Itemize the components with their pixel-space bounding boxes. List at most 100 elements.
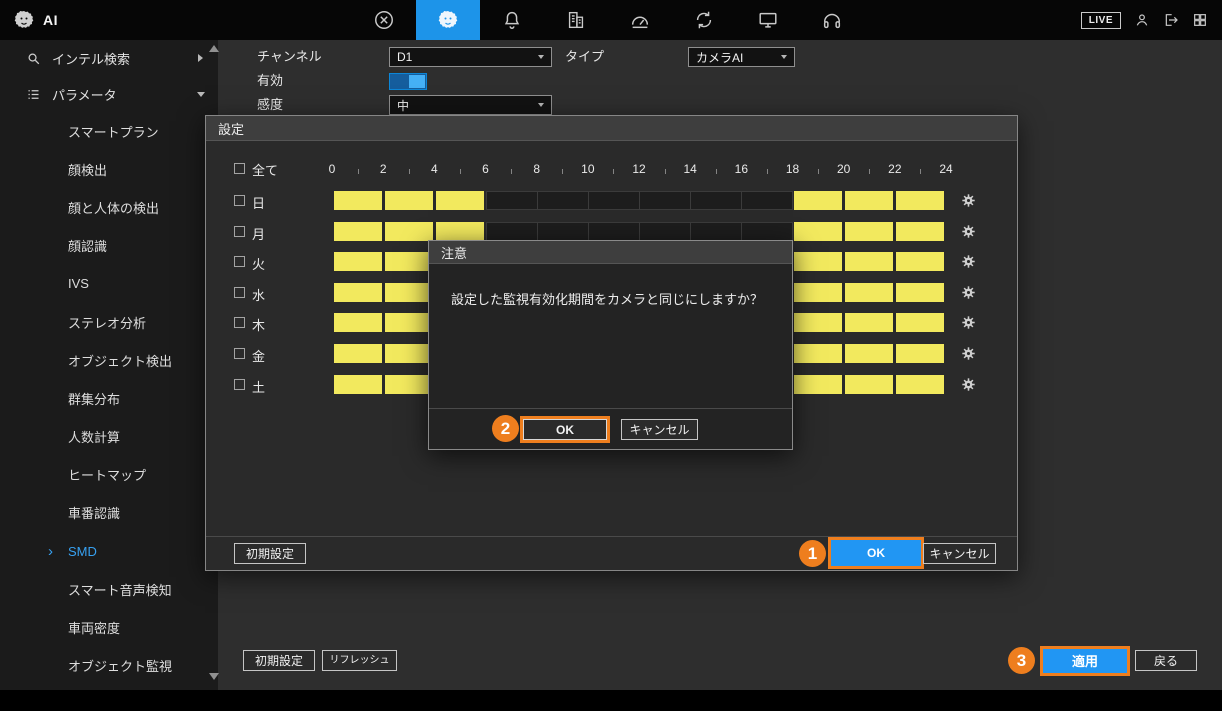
channel-select[interactable]: D1 xyxy=(389,47,552,67)
sidebar-item[interactable]: 車両密度 xyxy=(0,608,218,646)
menu-tab-maintain[interactable] xyxy=(608,0,672,40)
select-all-checkbox[interactable] xyxy=(234,163,245,174)
sidebar-scroll-up-icon[interactable] xyxy=(209,45,219,52)
schedule-cell-inactive[interactable] xyxy=(690,191,742,210)
sidebar-item[interactable]: オブジェクト検出 xyxy=(0,341,218,379)
schedule-cell-active[interactable] xyxy=(334,283,382,302)
schedule-cell-active[interactable] xyxy=(334,191,382,210)
logout-icon[interactable] xyxy=(1163,12,1179,28)
schedule-cell-active[interactable] xyxy=(896,191,944,210)
menu-tab-video[interactable] xyxy=(352,0,416,40)
sidebar-item[interactable]: スマートプラン xyxy=(0,112,218,150)
user-icon[interactable] xyxy=(1134,12,1150,28)
schedule-cell-active[interactable] xyxy=(896,283,944,302)
schedule-cell-active[interactable] xyxy=(385,375,433,394)
menu-tab-audio[interactable] xyxy=(800,0,864,40)
schedule-track[interactable] xyxy=(332,191,947,210)
sidebar-item[interactable]: 顔検出 xyxy=(0,150,218,188)
sidebar-item[interactable]: ›SMD xyxy=(0,532,218,570)
day-checkbox[interactable] xyxy=(234,195,245,206)
back-button[interactable]: 戻る xyxy=(1135,650,1197,671)
schedule-default-button[interactable]: 初期設定 xyxy=(234,543,306,564)
schedule-gear-icon[interactable] xyxy=(962,194,975,207)
schedule-cell-active[interactable] xyxy=(385,252,433,271)
schedule-cell-active[interactable] xyxy=(794,375,842,394)
schedule-cell-active[interactable] xyxy=(794,252,842,271)
schedule-cell-active[interactable] xyxy=(385,222,433,241)
schedule-cell-active[interactable] xyxy=(794,344,842,363)
schedule-cell-active[interactable] xyxy=(385,344,433,363)
sidebar-item[interactable]: 人数計算 xyxy=(0,418,218,456)
day-checkbox[interactable] xyxy=(234,348,245,359)
sidebar-item[interactable]: ヒートマップ xyxy=(0,456,218,494)
schedule-cell-inactive[interactable] xyxy=(486,222,538,241)
schedule-cell-inactive[interactable] xyxy=(639,222,691,241)
schedule-cell-active[interactable] xyxy=(385,191,433,210)
footer-refresh-button[interactable]: リフレッシュ xyxy=(322,650,397,671)
schedule-cell-inactive[interactable] xyxy=(690,222,742,241)
schedule-ok-button[interactable]: OK xyxy=(831,540,921,566)
schedule-cell-inactive[interactable] xyxy=(486,191,538,210)
confirm-ok-button[interactable]: OK xyxy=(523,419,607,440)
schedule-cell-active[interactable] xyxy=(896,313,944,332)
schedule-gear-icon[interactable] xyxy=(962,347,975,360)
schedule-cell-active[interactable] xyxy=(436,191,484,210)
schedule-cell-active[interactable] xyxy=(334,344,382,363)
sidebar-group-intel-search[interactable]: インテル検索 xyxy=(0,40,218,76)
schedule-cell-active[interactable] xyxy=(845,313,893,332)
menu-tab-pos[interactable] xyxy=(544,0,608,40)
schedule-cell-inactive[interactable] xyxy=(588,222,640,241)
schedule-cell-active[interactable] xyxy=(845,252,893,271)
schedule-cell-active[interactable] xyxy=(845,191,893,210)
menu-tab-display[interactable] xyxy=(736,0,800,40)
schedule-cancel-button[interactable]: キャンセル xyxy=(923,543,996,564)
schedule-gear-icon[interactable] xyxy=(962,316,975,329)
window-grid-icon[interactable] xyxy=(1192,12,1208,28)
schedule-cell-active[interactable] xyxy=(896,252,944,271)
sidebar-scroll-down-icon[interactable] xyxy=(209,673,219,680)
schedule-cell-active[interactable] xyxy=(845,283,893,302)
footer-default-button[interactable]: 初期設定 xyxy=(243,650,315,671)
schedule-cell-inactive[interactable] xyxy=(741,222,793,241)
day-checkbox[interactable] xyxy=(234,226,245,237)
sidebar-group-parameter[interactable]: パラメータ xyxy=(0,76,218,112)
day-checkbox[interactable] xyxy=(234,287,245,298)
schedule-cell-active[interactable] xyxy=(334,222,382,241)
sidebar-item[interactable]: 群集分布 xyxy=(0,379,218,417)
schedule-cell-active[interactable] xyxy=(334,375,382,394)
day-checkbox[interactable] xyxy=(234,379,245,390)
schedule-gear-icon[interactable] xyxy=(962,286,975,299)
sidebar-item[interactable]: 顔と人体の検出 xyxy=(0,188,218,226)
schedule-gear-icon[interactable] xyxy=(962,225,975,238)
schedule-cell-active[interactable] xyxy=(385,283,433,302)
schedule-gear-icon[interactable] xyxy=(962,378,975,391)
apply-button[interactable]: 適用 xyxy=(1043,649,1127,673)
schedule-cell-active[interactable] xyxy=(896,344,944,363)
schedule-cell-active[interactable] xyxy=(794,313,842,332)
confirm-cancel-button[interactable]: キャンセル xyxy=(621,419,698,440)
enabled-toggle[interactable] xyxy=(389,73,427,90)
schedule-cell-active[interactable] xyxy=(845,344,893,363)
day-checkbox[interactable] xyxy=(234,317,245,328)
schedule-cell-active[interactable] xyxy=(794,283,842,302)
sidebar-item[interactable]: スマート音声検知 xyxy=(0,570,218,608)
menu-tab-ai[interactable] xyxy=(416,0,480,40)
schedule-cell-active[interactable] xyxy=(896,375,944,394)
schedule-cell-active[interactable] xyxy=(334,252,382,271)
sidebar-item[interactable]: 車番認識 xyxy=(0,494,218,532)
schedule-cell-inactive[interactable] xyxy=(537,191,589,210)
schedule-cell-inactive[interactable] xyxy=(741,191,793,210)
sensitivity-select[interactable]: 中 xyxy=(389,95,552,115)
menu-tab-alarm[interactable] xyxy=(480,0,544,40)
schedule-cell-active[interactable] xyxy=(845,222,893,241)
schedule-cell-inactive[interactable] xyxy=(639,191,691,210)
schedule-gear-icon[interactable] xyxy=(962,255,975,268)
schedule-cell-active[interactable] xyxy=(845,375,893,394)
schedule-cell-active[interactable] xyxy=(794,191,842,210)
schedule-cell-active[interactable] xyxy=(334,313,382,332)
schedule-cell-active[interactable] xyxy=(794,222,842,241)
menu-tab-backup[interactable] xyxy=(672,0,736,40)
day-checkbox[interactable] xyxy=(234,256,245,267)
schedule-cell-active[interactable] xyxy=(436,222,484,241)
sidebar-item[interactable]: ステレオ分析 xyxy=(0,303,218,341)
